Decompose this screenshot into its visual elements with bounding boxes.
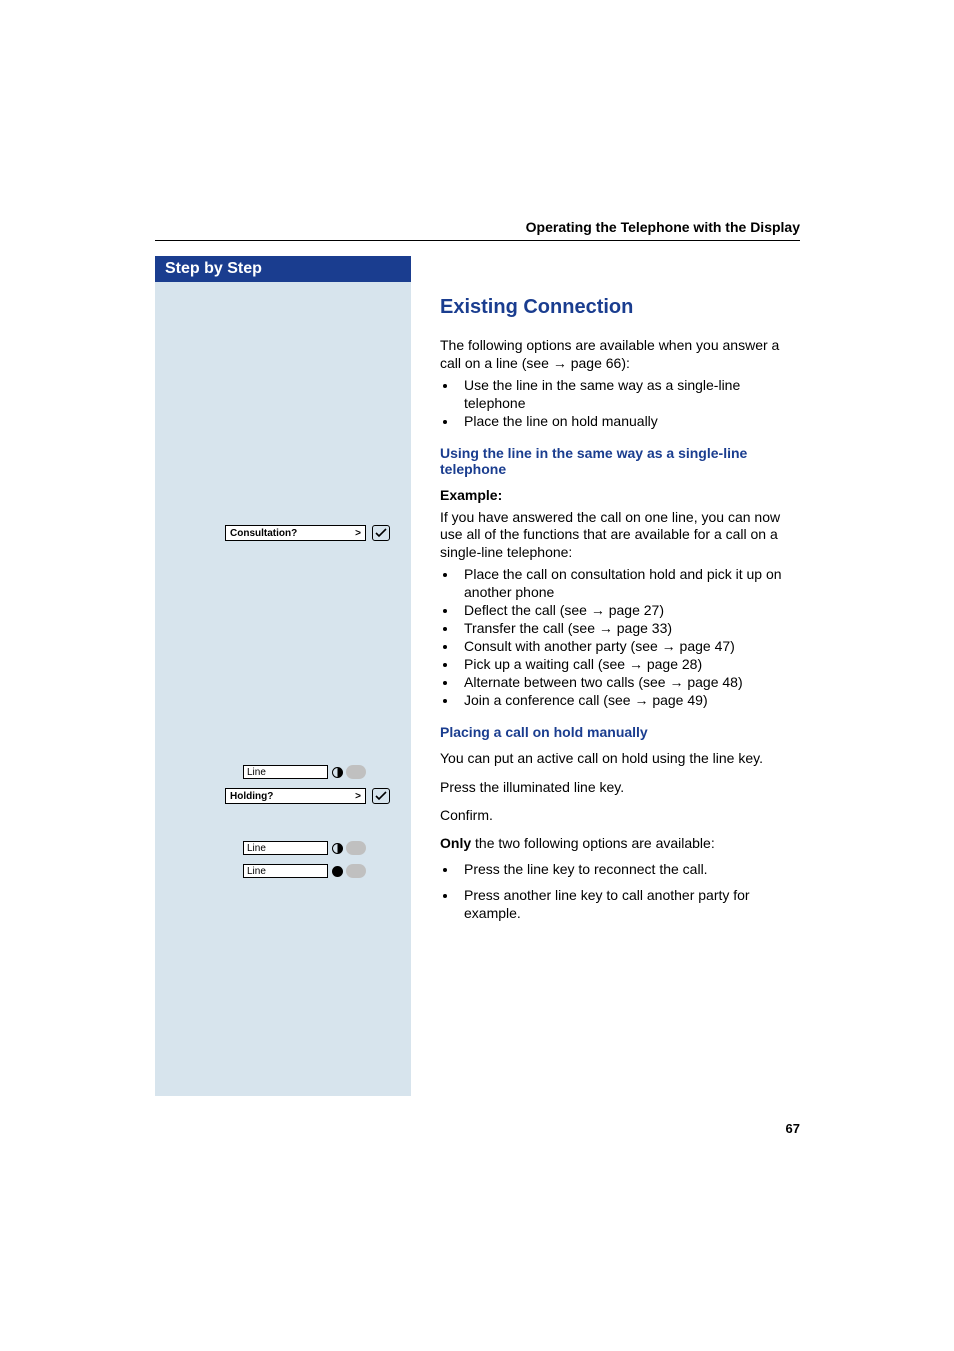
line-key-half-lit: Line [243,765,366,779]
prompt-text: Holding? [230,791,273,802]
list-item: Consult with another party (see → page 4… [458,638,800,656]
intro-paragraph: The following options are available when… [440,337,800,373]
page: Operating the Telephone with the Display… [0,0,954,1351]
list-item: Join a conference call (see → page 49) [458,692,800,710]
only-line: Only the two following options are avail… [440,835,800,851]
subsection-heading: Using the line in the same way as a sing… [440,445,800,477]
list-item: Use the line in the same way as a single… [458,377,800,413]
intro-bullets: Use the line in the same way as a single… [458,377,800,431]
arrow-icon: → [629,656,647,672]
line-key-label: Line [243,864,328,878]
confirm-text: Confirm. [440,807,800,825]
list-item: Alternate between two calls (see → page … [458,674,800,692]
prompt-text: Consultation? [230,528,297,539]
xref-link[interactable]: page 47 [680,638,731,654]
line-key-label: Line [243,841,328,855]
line-key-half-lit-2: Line [243,841,366,855]
xref-link[interactable]: page 28 [647,656,698,672]
main-content: Existing Connection The following option… [440,256,800,933]
list-item: Deflect the call (see → page 27) [458,602,800,620]
page-number: 67 [786,1121,800,1136]
arrow-icon: → [669,674,687,690]
line-key-full-lit: Line [243,864,366,878]
ok-button-icon [372,788,390,804]
arrow-icon: → [553,355,571,371]
list-item: Press the line key to reconnect the call… [458,861,800,879]
led-half-icon [332,843,343,854]
keycap-icon [346,841,366,855]
list-item: Transfer the call (see → page 33) [458,620,800,638]
xref-link[interactable]: page 48 [687,674,738,690]
keycap-icon [346,864,366,878]
led-half-icon [332,767,343,778]
arrow-icon: → [662,638,680,654]
sidebar-title: Step by Step [155,256,411,282]
list-item: Press another line key to call another p… [458,887,800,923]
only-word: Only [440,835,471,851]
options-list: Press the line key to reconnect the call… [458,861,800,923]
display-prompt-consultation: Consultation? > [225,525,390,546]
subsection-heading-2: Placing a call on hold manually [440,724,800,740]
led-full-icon [332,866,343,877]
example-label: Example: [440,487,800,503]
hold-intro: You can put an active call on hold using… [440,750,800,768]
arrow-icon: → [599,620,617,636]
example-bullets: Place the call on consultation hold and … [458,566,800,709]
xref-link[interactable]: page 33 [617,620,668,636]
list-item: Place the call on consultation hold and … [458,566,800,602]
list-item: Pick up a waiting call (see → page 28) [458,656,800,674]
chevron-right-icon: > [355,791,361,802]
xref-link[interactable]: page 66 [571,355,622,371]
sidebar: Step by Step Consultation? > Line Holdin… [155,256,411,1096]
xref-link[interactable]: page 49 [652,692,703,708]
arrow-icon: → [591,602,609,618]
header-rule [155,240,800,241]
keycap-icon [346,765,366,779]
chevron-right-icon: > [355,528,361,539]
arrow-icon: → [634,692,652,708]
example-intro: If you have answered the call on one lin… [440,509,800,563]
display-prompt-holding: Holding? > [225,788,390,809]
ok-button-icon [372,525,390,541]
press-illuminated: Press the illuminated line key. [440,779,800,797]
only-rest: the two following options are available: [471,835,715,851]
running-header: Operating the Telephone with the Display [526,219,800,235]
line-key-label: Line [243,765,328,779]
intro-tail: ): [621,355,630,371]
xref-link[interactable]: page 27 [609,602,660,618]
list-item: Place the line on hold manually [458,413,800,431]
section-heading: Existing Connection [440,296,800,319]
